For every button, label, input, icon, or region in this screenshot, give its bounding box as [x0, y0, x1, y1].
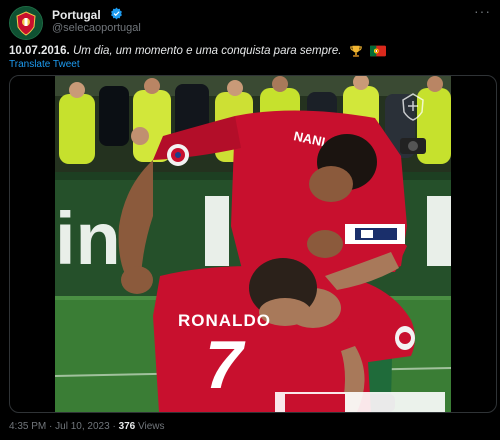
views-label: Views [138, 421, 165, 432]
fpf-crest-icon [10, 7, 42, 39]
captain-armband [361, 230, 373, 238]
avatar[interactable] [9, 6, 43, 40]
tweet-date: 10.07.2016. [9, 45, 70, 58]
views-count: 376 [118, 421, 136, 432]
tweet-body: 10.07.2016. Um dia, um momento e uma con… [9, 44, 489, 58]
translate-tweet-link[interactable]: Translate Tweet [9, 59, 80, 70]
account-handle[interactable]: @selecaoportugal [52, 22, 141, 34]
meta-separator-2: · [112, 421, 116, 432]
tweet-media[interactable]: in NANI RONALDO 7 [9, 75, 497, 413]
trophy-icon [349, 45, 362, 57]
verified-badge-icon [111, 7, 122, 20]
jersey-number: 7 [205, 327, 246, 403]
celebration-photo: in NANI RONALDO 7 [55, 76, 451, 412]
tweet-date-posted[interactable]: Jul 10, 2023 [55, 421, 110, 432]
banner-text: in [55, 197, 121, 280]
tweet-card: Portugal @selecaoportugal ··· 10.07.2016… [0, 0, 500, 440]
more-options-icon[interactable]: ··· [474, 4, 490, 22]
tweet-photo[interactable]: in NANI RONALDO 7 [55, 76, 451, 412]
account-name[interactable]: Portugal [52, 8, 101, 22]
tweet-metadata: 4:35 PM · Jul 10, 2023 · 376 Views [9, 421, 165, 432]
meta-separator: · [49, 421, 53, 432]
portugal-flag-icon [369, 45, 386, 57]
tweet-message: Um dia, um momento e uma conquista para … [72, 45, 342, 58]
tweet-time[interactable]: 4:35 PM [9, 421, 46, 432]
